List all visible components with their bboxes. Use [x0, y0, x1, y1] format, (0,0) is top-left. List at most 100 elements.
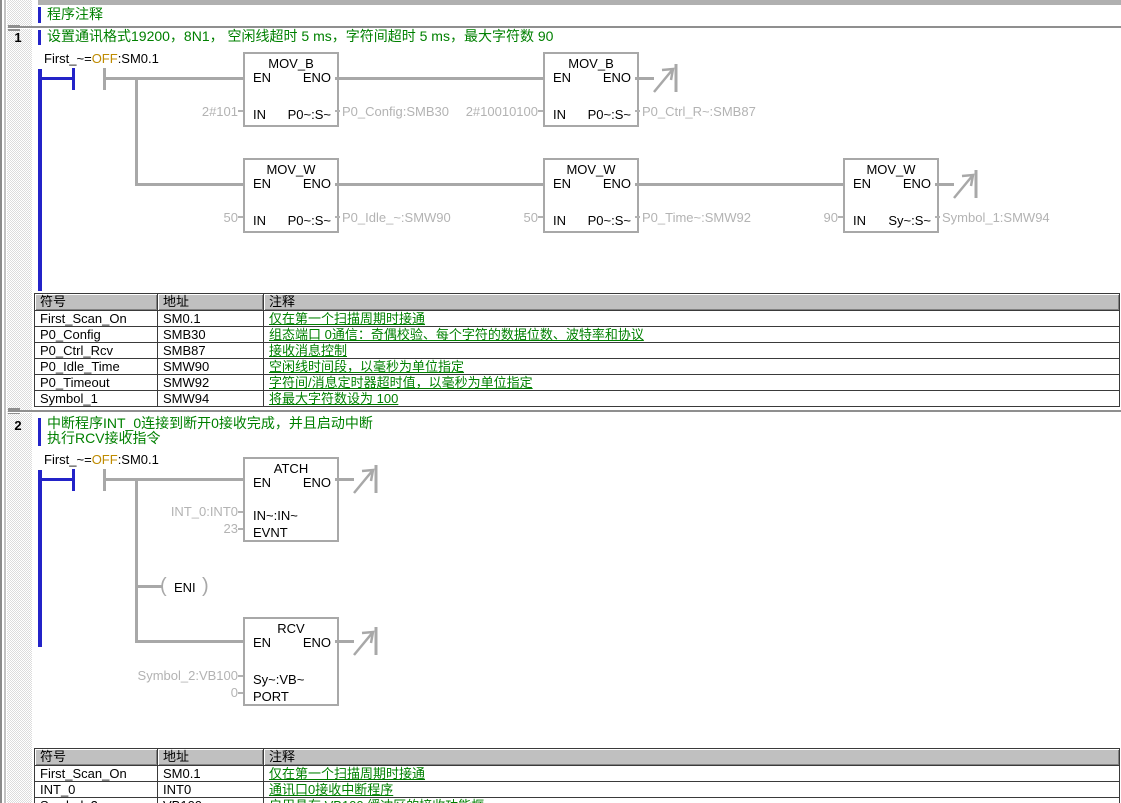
comment-cell[interactable]: 启用具有 VB100 缓冲区的接收功能框	[264, 798, 1119, 803]
comment-cell[interactable]: 空闲线时间段，以毫秒为单位指定	[264, 359, 1119, 374]
pin-eno: ENO	[603, 176, 631, 191]
wire	[138, 183, 243, 186]
address-cell[interactable]: SMB87	[158, 343, 264, 358]
coil-right-paren: )	[202, 576, 209, 596]
symbol-cell[interactable]: P0_Idle_Time	[35, 359, 158, 374]
ladder-editor-canvas: 程序注释 1 设置通讯格式19200，8N1， 空闲线超时 5 ms，字符间超时…	[0, 0, 1121, 803]
pin-out: P0~:S~	[588, 107, 631, 122]
column-header-address[interactable]: 地址	[158, 749, 264, 765]
instruction-box-mov-b-2[interactable]: MOV_B EN ENO IN P0~:S~	[543, 52, 639, 127]
table-row[interactable]: First_Scan_On SM0.1 仅在第一个扫描周期时接通	[35, 765, 1119, 781]
table-row[interactable]: INT_0 INT0 通讯口0接收中断程序	[35, 781, 1119, 797]
contact-left-plate[interactable]	[72, 469, 75, 491]
table-row[interactable]: P0_Config SMB30 组态端口 0通信：奇偶校验、每个字符的数据位数、…	[35, 326, 1119, 342]
network-1-comment[interactable]: 设置通讯格式19200，8N1， 空闲线超时 5 ms，字符间超时 5 ms，最…	[47, 29, 553, 44]
instruction-box-mov-b-1[interactable]: MOV_B EN ENO IN P0~:S~	[243, 52, 339, 127]
wire	[42, 478, 72, 481]
program-comment-title[interactable]: 程序注释	[47, 7, 103, 22]
coil-eni[interactable]: ENI	[174, 580, 196, 595]
symbol-cell[interactable]: P0_Ctrl_Rcv	[35, 343, 158, 358]
wire	[138, 585, 162, 588]
operand-input[interactable]: 90	[698, 211, 838, 225]
operand-input[interactable]: 50	[398, 211, 538, 225]
symbol-table-header: 符号 地址 注释	[35, 294, 1119, 310]
contact-label[interactable]: First_~=OFF:SM0.1	[44, 51, 159, 66]
open-wire-arrow-icon	[653, 61, 679, 95]
symbol-cell[interactable]: P0_Timeout	[35, 375, 158, 390]
comment-cell[interactable]: 组态端口 0通信：奇偶校验、每个字符的数据位数、波特率和协议	[264, 327, 1119, 342]
operand-input[interactable]: 2#10010100	[398, 105, 538, 119]
operand-input[interactable]: 50	[98, 211, 238, 225]
table-row[interactable]: P0_Timeout SMW92 字符间/消息定时器超时值，以毫秒为单位指定	[35, 374, 1119, 390]
instruction-box-mov-w-2[interactable]: MOV_W EN ENO IN P0~:S~	[543, 158, 639, 233]
table-row[interactable]: P0_Ctrl_Rcv SMB87 接收消息控制	[35, 342, 1119, 358]
operand-input[interactable]: INT_0:INT0	[98, 505, 238, 519]
box-title: MOV_W	[545, 162, 637, 177]
table-row[interactable]: P0_Idle_Time SMW90 空闲线时间段，以毫秒为单位指定	[35, 358, 1119, 374]
contact-label[interactable]: First_~=OFF:SM0.1	[44, 452, 159, 467]
pin-tick	[238, 528, 243, 530]
comment-cell[interactable]: 仅在第一个扫描周期时接通	[264, 766, 1119, 781]
address-cell[interactable]: SMW90	[158, 359, 264, 374]
operand-input[interactable]: 2#101	[98, 105, 238, 119]
pin-en: EN	[853, 176, 871, 191]
comment-cell[interactable]: 通讯口0接收中断程序	[264, 782, 1119, 797]
network-2-comment-line-1[interactable]: 中断程序INT_0连接到断开0接收完成，并且启动中断	[47, 416, 373, 431]
address-cell[interactable]: SMB30	[158, 327, 264, 342]
column-header-symbol[interactable]: 符号	[35, 749, 158, 765]
address-cell[interactable]: VB100	[158, 798, 264, 803]
network-2-comment-line-2[interactable]: 执行RCV接收指令	[47, 431, 161, 446]
column-header-comment[interactable]: 注释	[264, 749, 1119, 765]
branch-wire	[135, 478, 138, 643]
instruction-box-rcv[interactable]: RCV EN ENO Sy~:VB~ PORT	[243, 617, 339, 706]
symbol-cell[interactable]: Symbol_2	[35, 798, 158, 803]
window-left-border-highlight	[4, 0, 6, 803]
symbol-cell[interactable]: INT_0	[35, 782, 158, 797]
table-row[interactable]: First_Scan_On SM0.1 仅在第一个扫描周期时接通	[35, 310, 1119, 326]
table-row[interactable]: Symbol_1 SMW94 将最大字符数设为 100	[35, 390, 1119, 406]
pin-tick	[635, 216, 640, 218]
operand-input[interactable]: 23	[98, 522, 238, 536]
address-cell[interactable]: SMW94	[158, 391, 264, 406]
operand-output[interactable]: Symbol_1:SMW94	[942, 211, 1050, 225]
address-cell[interactable]: SMW92	[158, 375, 264, 390]
contact-left-plate[interactable]	[72, 68, 75, 90]
network-2-number[interactable]: 2	[4, 418, 32, 433]
operand-input[interactable]: 0	[98, 686, 238, 700]
comment-marker-bar	[38, 418, 41, 446]
comment-cell[interactable]: 字符间/消息定时器超时值，以毫秒为单位指定	[264, 375, 1119, 390]
box-title: MOV_W	[845, 162, 937, 177]
pin-en: EN	[253, 635, 271, 650]
wire	[106, 77, 243, 80]
comment-cell[interactable]: 将最大字符数设为 100	[264, 391, 1119, 406]
address-cell[interactable]: SM0.1	[158, 766, 264, 781]
address-cell[interactable]: INT0	[158, 782, 264, 797]
symbol-table-1: 符号 地址 注释 First_Scan_On SM0.1 仅在第一个扫描周期时接…	[34, 293, 1120, 407]
network-gutter	[7, 0, 32, 803]
operand-input[interactable]: Symbol_2:VB100	[98, 669, 238, 683]
column-header-comment[interactable]: 注释	[264, 294, 1119, 310]
network-1-number[interactable]: 1	[4, 30, 32, 45]
instruction-box-atch[interactable]: ATCH EN ENO IN~:IN~ EVNT	[243, 457, 339, 542]
column-header-address[interactable]: 地址	[158, 294, 264, 310]
instruction-box-mov-w-1[interactable]: MOV_W EN ENO IN P0~:S~	[243, 158, 339, 233]
pin-port: PORT	[253, 689, 289, 704]
symbol-cell[interactable]: First_Scan_On	[35, 311, 158, 326]
table-row[interactable]: Symbol_2 VB100 启用具有 VB100 缓冲区的接收功能框	[35, 797, 1119, 803]
symbol-cell[interactable]: Symbol_1	[35, 391, 158, 406]
comment-cell[interactable]: 接收消息控制	[264, 343, 1119, 358]
open-wire-arrow-icon	[353, 624, 379, 658]
symbol-cell[interactable]: First_Scan_On	[35, 766, 158, 781]
pin-in: IN	[853, 213, 866, 228]
wire	[335, 77, 543, 80]
operand-output[interactable]: P0_Ctrl_R~:SMB87	[642, 105, 756, 119]
comment-cell[interactable]: 仅在第一个扫描周期时接通	[264, 311, 1119, 326]
symbol-cell[interactable]: P0_Config	[35, 327, 158, 342]
pin-en: EN	[553, 176, 571, 191]
column-header-symbol[interactable]: 符号	[35, 294, 158, 310]
instruction-box-mov-w-3[interactable]: MOV_W EN ENO IN Sy~:S~	[843, 158, 939, 233]
pin-in: IN	[553, 213, 566, 228]
coil-left-paren: (	[160, 576, 167, 596]
address-cell[interactable]: SM0.1	[158, 311, 264, 326]
box-title: MOV_B	[545, 56, 637, 71]
